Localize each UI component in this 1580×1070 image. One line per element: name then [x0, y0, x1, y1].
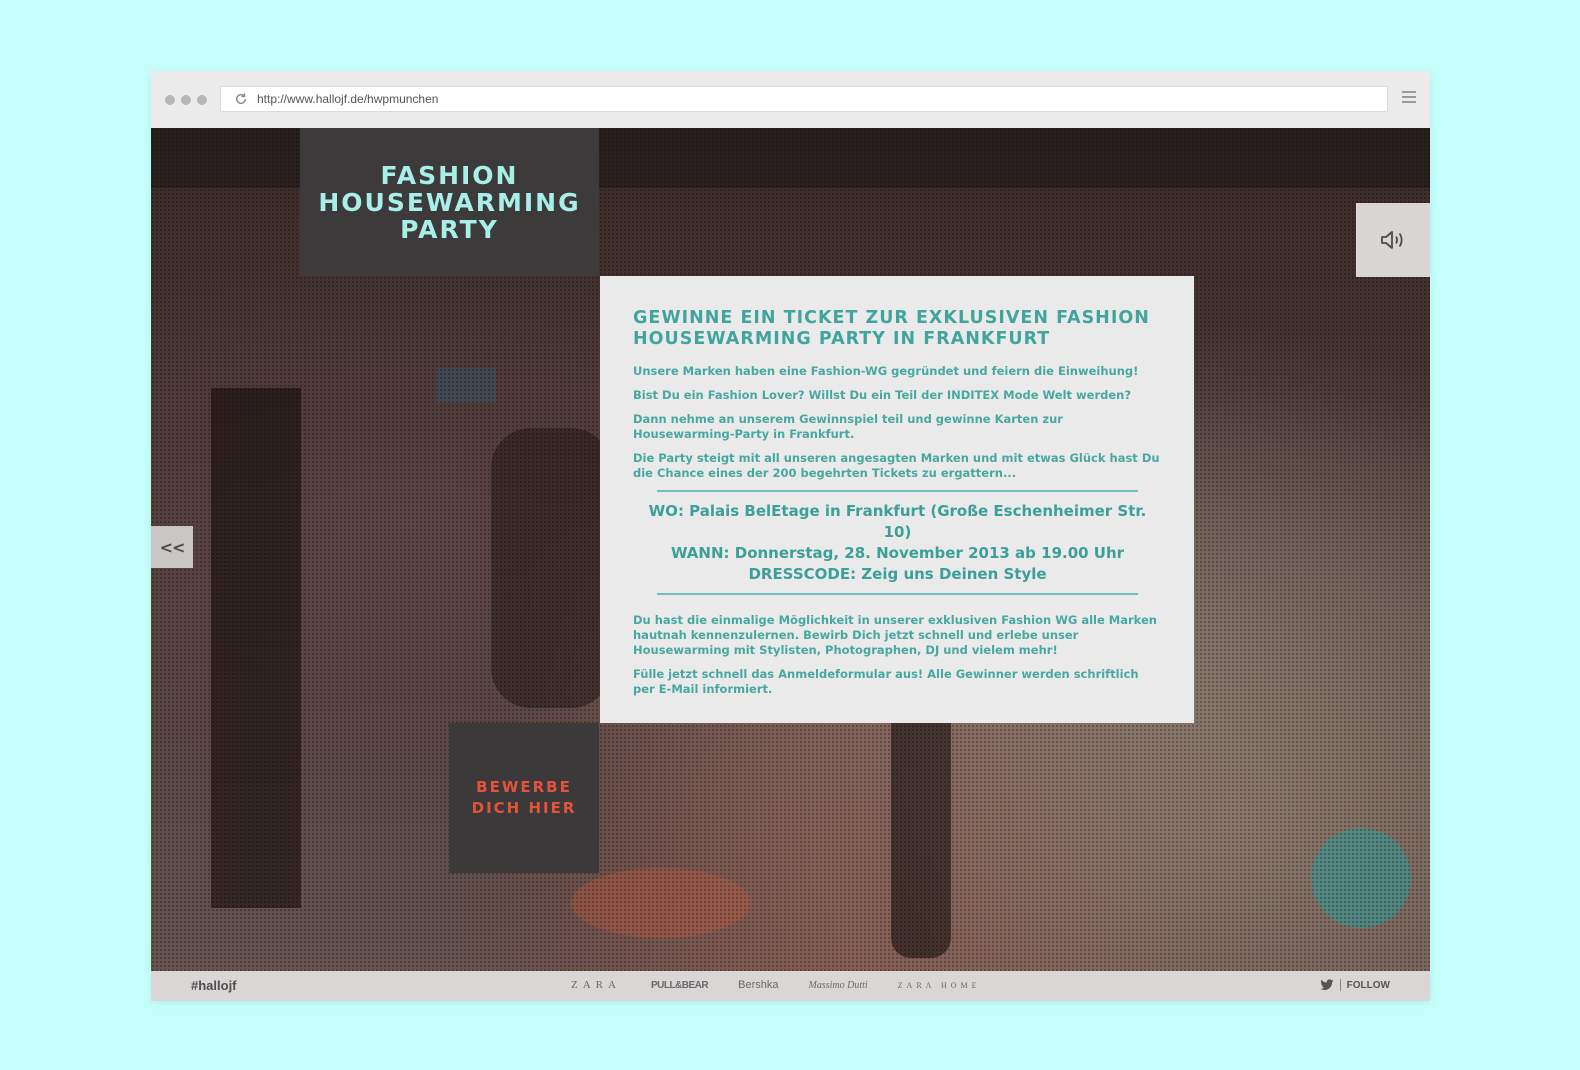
- brand-logo-zara[interactable]: ZARA: [571, 979, 621, 991]
- card-paragraph: Bist Du ein Fashion Lover? Willst Du ein…: [633, 388, 1132, 402]
- brand-logos: ZARA PULL&BEAR Bershka Massimo Dutti ZAR…: [571, 979, 981, 991]
- card-title: GEWINNE EIN TICKET ZUR EXKLUSIVEN FASHIO…: [633, 308, 1150, 349]
- follow-label: FOLLOW: [1346, 979, 1390, 991]
- logo-line-2: HOUSEWARMING: [318, 187, 581, 217]
- twitter-follow-button[interactable]: FOLLOW: [1320, 979, 1390, 991]
- reload-icon[interactable]: [234, 92, 248, 106]
- apply-button-line-1: BEWERBE: [476, 778, 572, 796]
- page-viewport: FASHION HOUSEWARMING PARTY << GEWINNE EI…: [151, 128, 1430, 1001]
- card-paragraph: Du hast die einmalige Möglichkeit in uns…: [633, 613, 1157, 657]
- sound-toggle-button[interactable]: [1356, 203, 1430, 277]
- window-dot-minimize[interactable]: [181, 95, 191, 105]
- card-paragraph: Unsere Marken haben eine Fashion-WG gegr…: [633, 364, 1139, 378]
- window-controls: [165, 95, 207, 105]
- browser-window: http://www.hallojf.de/hwpmunchen FASHION…: [151, 71, 1430, 1001]
- event-logo: FASHION HOUSEWARMING PARTY: [300, 128, 599, 276]
- window-dot-close[interactable]: [165, 95, 175, 105]
- back-button[interactable]: <<: [151, 526, 193, 568]
- speaker-icon: [1381, 231, 1403, 249]
- footer-bar: #hallojf ZARA PULL&BEAR Bershka Massimo …: [151, 971, 1430, 1001]
- apply-button[interactable]: BEWERBE DICH HIER: [449, 723, 599, 873]
- hashtag-link[interactable]: #hallojf: [191, 978, 237, 993]
- event-details: WO: Palais BelEtage in Frankfurt (Große …: [633, 501, 1162, 585]
- apply-button-line-2: DICH HIER: [471, 799, 577, 817]
- brand-logo-zara-home[interactable]: ZARA HOME: [898, 981, 981, 990]
- event-dresscode: DRESSCODE: Zeig uns Deinen Style: [748, 565, 1047, 583]
- card-paragraph: Fülle jetzt schnell das Anmeldeformular …: [633, 667, 1139, 696]
- address-bar[interactable]: http://www.hallojf.de/hwpmunchen: [220, 86, 1388, 112]
- url-text[interactable]: http://www.hallojf.de/hwpmunchen: [257, 92, 438, 106]
- divider: [657, 490, 1138, 492]
- window-dot-maximize[interactable]: [197, 95, 207, 105]
- contest-info-card: GEWINNE EIN TICKET ZUR EXKLUSIVEN FASHIO…: [600, 276, 1194, 723]
- event-datetime: WANN: Donnerstag, 28. November 2013 ab 1…: [670, 544, 1125, 562]
- twitter-bird-icon: [1320, 979, 1334, 991]
- logo-line-1: FASHION: [380, 160, 519, 190]
- card-paragraph: Dann nehme an unserem Gewinnspiel teil u…: [633, 412, 1063, 441]
- brand-logo-pullandbear[interactable]: PULL&BEAR: [651, 980, 709, 991]
- brand-logo-bershka[interactable]: Bershka: [738, 979, 778, 991]
- browser-toolbar: http://www.hallojf.de/hwpmunchen: [151, 71, 1430, 128]
- double-chevron-left-icon: <<: [159, 537, 186, 557]
- card-paragraph: Die Party steigt mit all unseren angesag…: [633, 451, 1160, 480]
- hamburger-menu-icon[interactable]: [1402, 91, 1416, 105]
- divider: [657, 593, 1138, 595]
- brand-logo-massimo-dutti[interactable]: Massimo Dutti: [808, 980, 867, 991]
- event-location: WO: Palais BelEtage in Frankfurt (Große …: [648, 502, 1147, 541]
- logo-line-3: PARTY: [400, 214, 499, 244]
- follow-separator: [1339, 979, 1341, 991]
